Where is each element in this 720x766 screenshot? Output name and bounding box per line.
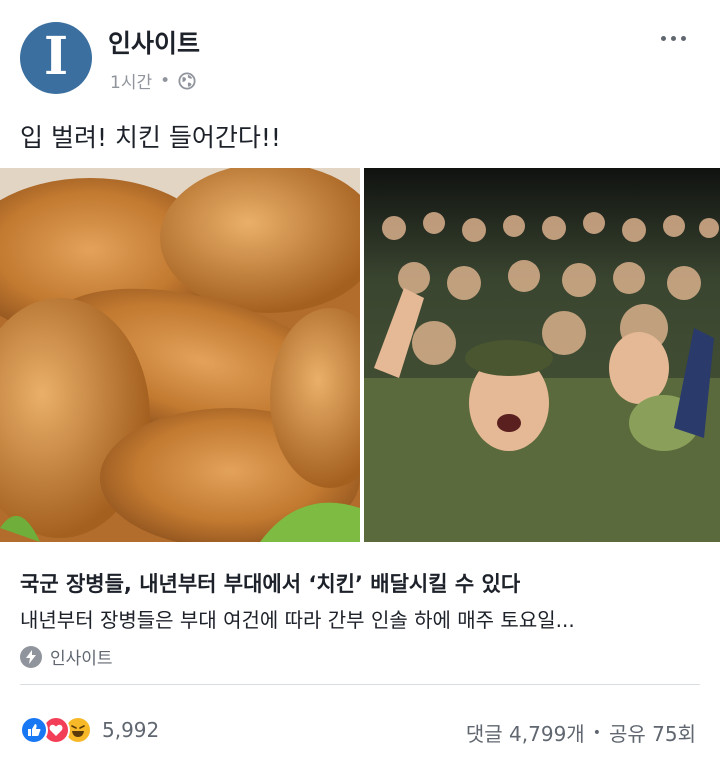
share-count[interactable]: 공유 75회 — [609, 718, 696, 747]
post-images[interactable] — [0, 168, 720, 542]
fried-chicken-photo[interactable] — [0, 168, 360, 542]
post-time[interactable]: 1시간 — [110, 68, 152, 93]
more-options-icon[interactable] — [657, 28, 690, 49]
link-source-name: 인사이트 — [50, 649, 113, 669]
post-meta: 1시간 • — [110, 68, 196, 93]
comment-count[interactable]: 댓글 4,799개 — [466, 718, 585, 747]
page-avatar[interactable]: I — [20, 22, 92, 94]
divider — [20, 684, 700, 685]
avatar-letter: I — [43, 26, 69, 87]
reaction-count: 5,992 — [102, 718, 160, 742]
reactions-summary[interactable]: 5,992 — [20, 716, 159, 744]
stats-separator: • — [592, 724, 601, 741]
instant-article-bolt-icon — [20, 645, 42, 668]
post-footer: 5,992 댓글 4,799개 • 공유 75회 — [0, 700, 720, 760]
page-name[interactable]: 인사이트 — [108, 24, 200, 60]
meta-separator: • — [160, 70, 171, 91]
post-header: I 인사이트 1시간 • — [0, 0, 720, 110]
globe-icon — [178, 71, 196, 90]
link-preview[interactable]: 국군 장병들, 내년부터 부대에서 ‘치킨’ 배달시킬 수 있다 내년부터 장병… — [0, 542, 720, 682]
link-description: 내년부터 장병들은 부대 여건에 따라 간부 인솔 하에 매주 토요일... — [20, 608, 575, 632]
like-reaction-icon — [20, 716, 48, 744]
soldiers-cheering-photo[interactable] — [364, 168, 720, 542]
link-source: 인사이트 — [20, 644, 113, 669]
engagement-stats: 댓글 4,799개 • 공유 75회 — [466, 718, 696, 747]
post-text: 입 벌려! 치킨 들어간다!! — [20, 123, 281, 152]
link-title[interactable]: 국군 장병들, 내년부터 부대에서 ‘치킨’ 배달시킬 수 있다 — [20, 568, 520, 598]
